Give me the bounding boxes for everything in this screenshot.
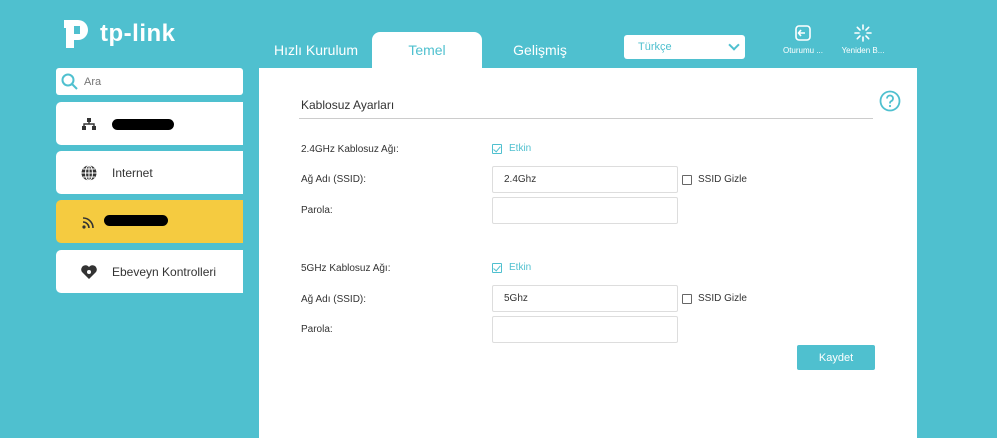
reboot-icon xyxy=(854,24,872,42)
globe-icon xyxy=(81,165,97,181)
title-divider xyxy=(299,118,873,119)
band5-ssid-input[interactable] xyxy=(492,285,678,312)
reboot-label: Yeniden B... xyxy=(841,46,885,55)
band24-hide-ssid-checkbox[interactable] xyxy=(682,175,692,185)
search-icon xyxy=(61,73,78,90)
wireless-icon xyxy=(82,217,94,229)
logout-label: Oturumu ... xyxy=(782,46,823,55)
tp-link-logo-icon xyxy=(64,20,88,48)
band24-enable-checkbox[interactable] xyxy=(492,144,502,154)
wireless-settings-panel: Kablosuz Ayarları 2.4GHz Kablosuz Ağı: E… xyxy=(259,68,917,438)
brand-name: tp-link xyxy=(100,20,176,47)
band24-password-input[interactable] xyxy=(492,197,678,224)
logout-icon xyxy=(795,25,811,41)
sidebar-item-label: Internet xyxy=(112,166,153,180)
language-selected: Türkçe xyxy=(638,41,672,53)
language-select[interactable]: Türkçe xyxy=(624,35,745,59)
tab-advanced[interactable]: Gelişmiş xyxy=(488,32,592,68)
search-box[interactable] xyxy=(56,68,243,95)
save-button[interactable]: Kaydet xyxy=(797,345,875,370)
sidebar-item-parental-controls[interactable]: Ebeveyn Kontrolleri xyxy=(56,250,243,293)
band5-label: 5GHz Kablosuz Ağı: xyxy=(301,263,391,274)
band5-password-label: Parola: xyxy=(301,324,333,335)
redacted-label xyxy=(112,119,174,130)
page-title: Kablosuz Ayarları xyxy=(301,98,395,112)
help-icon[interactable] xyxy=(879,90,901,112)
band24-enable-label: Etkin xyxy=(509,143,532,154)
sidebar-item-network-map[interactable] xyxy=(56,102,243,145)
redacted-label xyxy=(104,215,168,226)
reboot-button[interactable]: Yeniden B... xyxy=(835,24,891,60)
search-input[interactable] xyxy=(84,73,234,91)
band5-password-input[interactable] xyxy=(492,316,678,343)
band24-ssid-input[interactable] xyxy=(492,166,678,193)
band5-enable-checkbox[interactable] xyxy=(492,263,502,273)
band24-ssid-label: Ağ Adı (SSID): xyxy=(301,174,367,185)
sidebar-item-label: Ebeveyn Kontrolleri xyxy=(112,265,217,279)
band24-label: 2.4GHz Kablosuz Ağı: xyxy=(301,144,399,155)
band5-hide-ssid-label: SSID Gizle xyxy=(698,293,747,304)
band5-hide-ssid-checkbox[interactable] xyxy=(682,294,692,304)
sidebar-item-wireless[interactable] xyxy=(56,200,243,243)
band5-ssid-label: Ağ Adı (SSID): xyxy=(301,294,367,305)
band24-password-label: Parola: xyxy=(301,205,333,216)
sidebar-item-internet[interactable]: Internet xyxy=(56,151,243,194)
band5-enable-label: Etkin xyxy=(509,262,532,273)
parental-heart-icon xyxy=(81,265,97,279)
tab-quick-setup[interactable]: Hızlı Kurulum xyxy=(262,32,370,68)
logout-button[interactable]: Oturumu ... xyxy=(775,24,831,60)
tp-link-logo: tp-link xyxy=(56,12,186,56)
tab-basic[interactable]: Temel xyxy=(372,32,482,68)
chevron-down-icon xyxy=(728,39,740,51)
band24-hide-ssid-label: SSID Gizle xyxy=(698,174,747,185)
network-map-icon xyxy=(82,118,96,130)
